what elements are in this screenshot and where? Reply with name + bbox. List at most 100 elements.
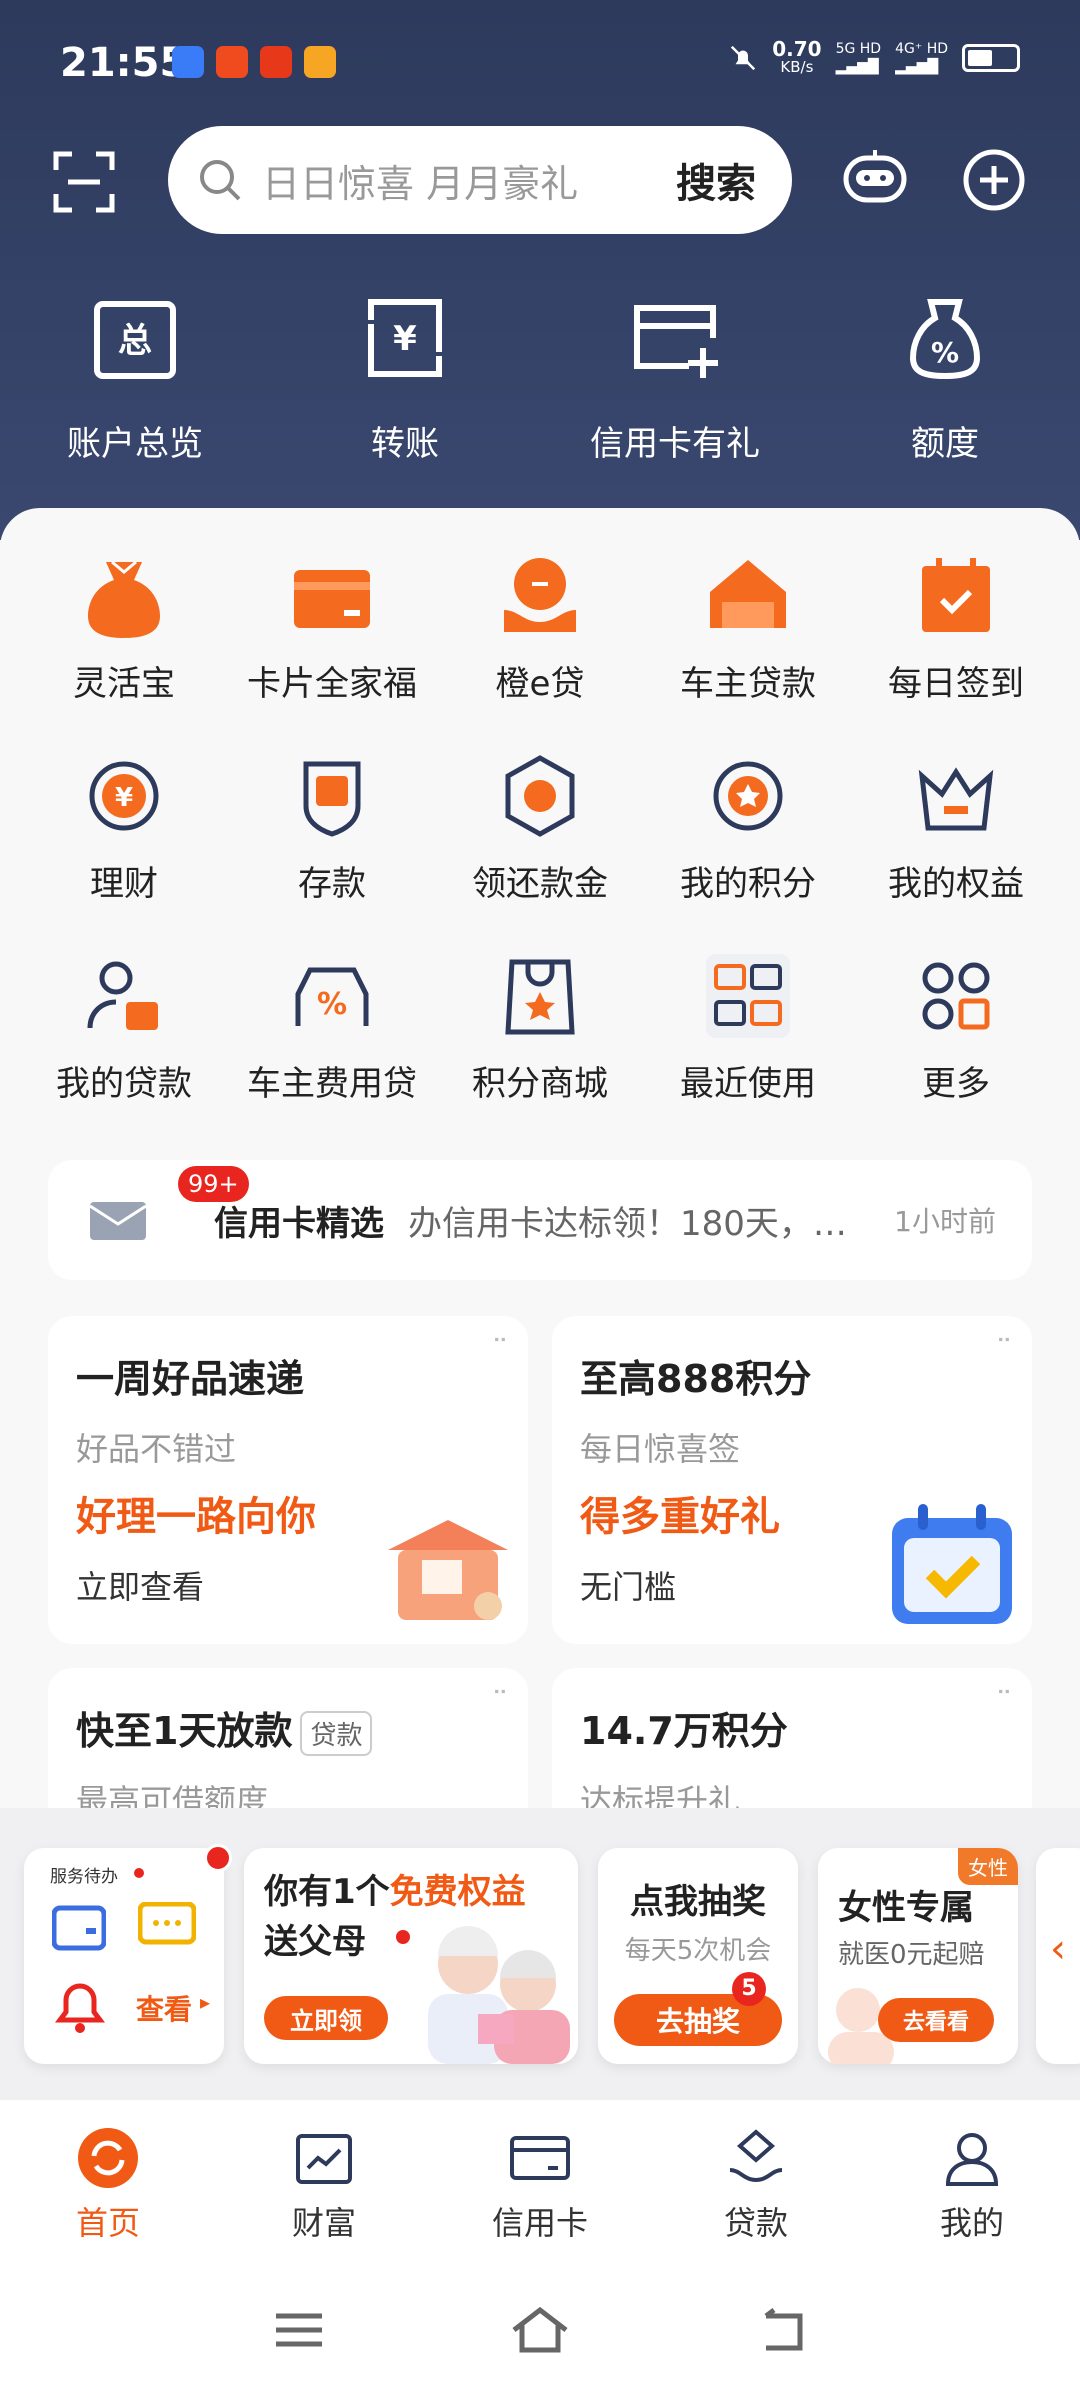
search-icon xyxy=(200,160,241,201)
nav-credit-card-gift[interactable]: 信用卡有礼 xyxy=(540,290,810,465)
signal-bars-icon: ▂▄▆█ xyxy=(895,59,939,75)
grid-item-repay[interactable]: 领还款金 xyxy=(436,748,644,908)
service-todo-label: 服务待办 xyxy=(50,1867,118,1887)
crown-icon xyxy=(918,767,994,831)
notice-text: 办信用卡达标领！180天，… xyxy=(408,1203,847,1244)
credit-card-icon xyxy=(510,2136,570,2180)
loan-hand-icon xyxy=(504,558,576,632)
tab-label: 贷款 xyxy=(723,2204,788,2242)
tab-label: 我的 xyxy=(939,2204,1004,2242)
moneybag-icon xyxy=(88,560,160,638)
nav-label: 账户总览 xyxy=(67,424,203,464)
nav-label: 信用卡有礼 xyxy=(590,424,760,464)
account-overview-icon: 总 xyxy=(94,301,176,379)
promo-card-points-upgrade[interactable]: ⠒ 14.7万积分 达标提升礼 xyxy=(552,1668,1032,1828)
envelope-icon xyxy=(89,1202,147,1240)
card-title: 快至1天放款 贷款 xyxy=(76,1700,373,1756)
nav-label: 额度 xyxy=(911,424,979,464)
grid-item-car-fee-loan[interactable]: % 车主费用贷 xyxy=(228,948,436,1108)
user-loan-icon xyxy=(87,961,158,1030)
card-title: 一周好品速递 xyxy=(76,1357,305,1401)
bell-icon xyxy=(55,1983,105,2033)
tab-profile[interactable]: 我的 xyxy=(864,2100,1080,2266)
grid-item-deposit[interactable]: 存款 xyxy=(228,748,436,908)
back-icon[interactable] xyxy=(756,2308,806,2352)
status-time: 21:55 xyxy=(60,40,188,86)
grid-label: 卡片全家福 xyxy=(247,664,417,704)
tab-label: 信用卡 xyxy=(491,2204,588,2242)
svg-text:¥: ¥ xyxy=(393,319,417,359)
svg-text:总: 总 xyxy=(118,321,152,361)
grid-item-rights[interactable]: 我的权益 xyxy=(852,748,1060,908)
nav-transfer[interactable]: ¥ 转账 xyxy=(270,290,540,465)
grid-item-chengedai[interactable]: 橙e贷 xyxy=(436,548,644,708)
nav-quota[interactable]: % 额度 xyxy=(810,290,1080,465)
grid-item-points-mall[interactable]: 积分商城 xyxy=(436,948,644,1108)
search-bar[interactable]: 日日惊喜 月月豪礼 搜索 xyxy=(168,126,792,234)
lottery-count-badge: 5 xyxy=(732,1972,766,2006)
add-icon[interactable] xyxy=(962,148,1026,212)
menu-icon[interactable] xyxy=(274,2310,324,2350)
star-circle-icon xyxy=(713,761,783,831)
grid-item-recent[interactable]: 最近使用 xyxy=(644,948,852,1108)
card-title-text: 快至1天放款 xyxy=(76,1709,293,1753)
lottery-subtitle: 每天5次机会 xyxy=(624,1936,772,1966)
women-insurance-card[interactable]: 女性 女性专属 就医0元起赔 去看看 xyxy=(818,1848,1018,2064)
recent-apps-icon xyxy=(706,954,790,1038)
shopping-bag-star-icon xyxy=(505,959,575,1035)
grid-label: 车主费用贷 xyxy=(247,1064,417,1104)
net-speed-value: 0.70 xyxy=(772,37,822,61)
grid-label: 每日签到 xyxy=(888,664,1024,704)
battery-icon xyxy=(962,44,1020,72)
transfer-icon: ¥ xyxy=(368,299,442,377)
search-button[interactable]: 搜索 xyxy=(676,151,756,209)
women-view-button[interactable]: 去看看 xyxy=(878,1998,994,2042)
grid-label: 我的积分 xyxy=(680,864,816,904)
notice-time: 1小时前 xyxy=(894,1205,996,1238)
grid-item-cards[interactable]: 卡片全家福 xyxy=(228,548,436,708)
lottery-card[interactable]: 点我抽奖 每天5次机会 去抽奖 5 xyxy=(598,1848,798,2064)
tab-label: 首页 xyxy=(75,2204,140,2242)
message-notice[interactable]: 99+ 信用卡精选 办信用卡达标领！180天，… 1小时前 xyxy=(48,1160,1032,1280)
tab-loan[interactable]: 贷款 xyxy=(648,2100,864,2266)
car-house-icon xyxy=(710,560,786,628)
svg-text:¥: ¥ xyxy=(115,783,133,813)
next-card-peek[interactable]: ‹ xyxy=(1036,1848,1080,2064)
grid-item-points[interactable]: 我的积分 xyxy=(644,748,852,908)
grid-item-my-loan[interactable]: 我的贷款 xyxy=(20,948,228,1108)
benefit-line1: 你有1个免费权益 xyxy=(264,1864,526,1913)
floating-promo-strip: 服务待办 查看 ▸ 你有1个免费权益 送父母 立即领 点我抽奖 每天5次机会 去… xyxy=(0,1808,1080,2100)
wallet-icon xyxy=(52,1905,106,1951)
grid-label: 我的权益 xyxy=(888,864,1024,904)
grid-item-linghuobao[interactable]: 灵活宝 xyxy=(20,548,228,708)
assistant-robot-icon[interactable] xyxy=(840,146,910,210)
tab-credit-card[interactable]: 信用卡 xyxy=(432,2100,648,2266)
tab-wealth[interactable]: 财富 xyxy=(216,2100,432,2266)
drag-dots-icon: ⠒ xyxy=(995,1682,1012,1707)
scan-icon[interactable] xyxy=(52,150,116,214)
promo-card-points[interactable]: ⠒ 至高888积分 每日惊喜签 得多重好礼 无门槛 xyxy=(552,1316,1032,1644)
grid-item-wealth[interactable]: ¥ 理财 xyxy=(20,748,228,908)
nav-account-overview[interactable]: 总 账户总览 xyxy=(0,290,270,465)
grid-item-car-loan[interactable]: 车主贷款 xyxy=(644,548,852,708)
service-view-link[interactable]: 查看 xyxy=(136,1988,192,2028)
promo-card-goods[interactable]: ⠒ 一周好品速递 好品不错过 好理一路向你 立即查看 xyxy=(48,1316,528,1644)
lottery-title: 点我抽奖 xyxy=(630,1882,766,1922)
claim-now-button[interactable]: 立即领 xyxy=(264,1996,388,2040)
home-nav-icon[interactable] xyxy=(510,2306,570,2354)
promo-card-loan[interactable]: ⠒ 快至1天放款 贷款 最高可借额度 xyxy=(48,1668,528,1828)
grid-item-more[interactable]: 更多 xyxy=(852,948,1060,1108)
grid-label: 积分商城 xyxy=(472,1064,608,1104)
system-nav-bar xyxy=(0,2266,1080,2392)
grid-label: 灵活宝 xyxy=(73,664,175,704)
service-red-badge xyxy=(204,1844,232,1872)
free-benefit-card[interactable]: 你有1个免费权益 送父母 立即领 xyxy=(244,1848,578,2064)
status-right: 0.70 KB/s 5G HD ▂▄▆█ 4G⁺ HD ▂▄▆█ xyxy=(728,37,1020,76)
grid-label: 更多 xyxy=(922,1064,990,1104)
grid-item-daily-checkin[interactable]: 每日签到 xyxy=(852,548,1060,708)
profile-icon xyxy=(945,2133,999,2186)
tab-home[interactable]: 首页 xyxy=(0,2100,216,2266)
service-todo-card[interactable]: 服务待办 查看 ▸ xyxy=(24,1848,224,2064)
credit-card-gift-icon xyxy=(634,305,718,378)
more-grid-icon xyxy=(922,962,990,1030)
